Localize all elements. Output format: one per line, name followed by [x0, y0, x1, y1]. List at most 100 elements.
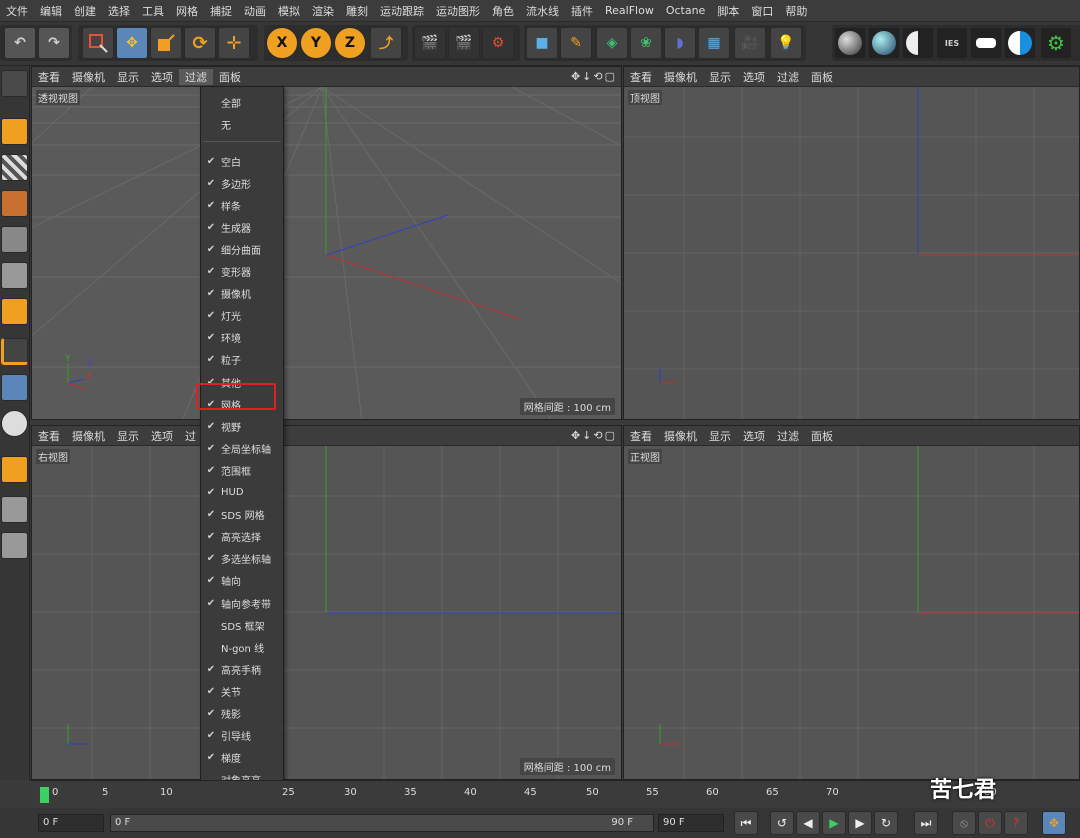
menu-item-9[interactable]: 渲染 — [306, 3, 340, 19]
filter-menu-item[interactable]: SDS 框架 — [201, 614, 283, 636]
tweak-mode-icon[interactable] — [1, 374, 28, 401]
menu-item-12[interactable]: 运动图形 — [430, 3, 486, 19]
planar-workplane-icon[interactable] — [1, 532, 28, 559]
make-editable-icon[interactable] — [1, 70, 28, 97]
octane-ies-light-icon[interactable]: IES — [936, 27, 968, 59]
go-to-start-icon[interactable]: ⏮ — [734, 811, 758, 835]
filter-menu-item[interactable]: ✔ 空白 — [201, 150, 283, 172]
menu-item-13[interactable]: 角色 — [486, 3, 520, 19]
filter-menu-item[interactable]: ✔ 粒子 — [201, 349, 283, 371]
filter-menu-item[interactable]: ✔ 多边形 — [201, 172, 283, 194]
vp-menu-panel[interactable]: 面板 — [805, 428, 839, 444]
cube-object-icon[interactable]: ■ — [526, 27, 558, 59]
camera-icon[interactable]: 🎥 — [734, 27, 766, 59]
menu-item-20[interactable]: 帮助 — [779, 3, 813, 19]
polygons-mode-icon[interactable] — [1, 298, 28, 325]
filter-menu-item[interactable]: ✔ 环境 — [201, 327, 283, 349]
previous-frame-icon[interactable]: ◀ — [796, 811, 820, 835]
vp-menu-display[interactable]: 显示 — [703, 428, 737, 444]
undo-button[interactable]: ↶ — [4, 27, 36, 59]
points-mode-icon[interactable] — [1, 226, 28, 253]
filter-menu-item[interactable]: ✔ 灯光 — [201, 305, 283, 327]
octane-toon-icon[interactable] — [1004, 27, 1036, 59]
magnet-snap-icon[interactable] — [1, 456, 28, 483]
menu-item-0[interactable]: 文件 — [0, 3, 34, 19]
render-settings-icon[interactable]: ⚙ — [482, 27, 514, 59]
light-icon[interactable]: 💡 — [770, 27, 802, 59]
vp-menu-panel[interactable]: 面板 — [805, 69, 839, 85]
vp-menu-view[interactable]: 查看 — [32, 428, 66, 444]
transform-tool-icon[interactable]: ✛ — [218, 27, 250, 59]
filter-menu-item[interactable]: ✔ 样条 — [201, 194, 283, 216]
right-viewport[interactable]: 查看 摄像机 显示 选项 过 ✥↓⟲▢ 右视图 网格间距 : 100 cm — [31, 425, 622, 780]
menu-item-3[interactable]: 选择 — [102, 3, 136, 19]
filter-menu-item[interactable]: ✔ 关节 — [201, 680, 283, 702]
next-key-icon[interactable]: ↻ — [874, 811, 898, 835]
filter-menu-item[interactable]: ✔ 高亮选择 — [201, 526, 283, 548]
vp-menu-camera[interactable]: 摄像机 — [658, 428, 703, 444]
vp-menu-options[interactable]: 选项 — [737, 428, 771, 444]
auto-key-icon[interactable]: ⏻ — [978, 811, 1002, 835]
filter-menu-item[interactable]: ✔ 多选坐标轴 — [201, 548, 283, 570]
filter-menu-item[interactable]: ✔ 高亮手柄 — [201, 658, 283, 680]
octane-area-light-icon[interactable] — [970, 27, 1002, 59]
subdivision-surface-icon[interactable]: ◈ — [596, 27, 628, 59]
filter-menu-item[interactable]: ✔ HUD — [201, 482, 283, 504]
vp-menu-options[interactable]: 选项 — [145, 69, 179, 85]
lock-workplane-icon[interactable] — [1, 496, 28, 523]
filter-menu-item[interactable]: N-gon 线 — [201, 636, 283, 658]
filter-menu-item[interactable]: ✔ 轴向参考带 — [201, 592, 283, 614]
menu-item-6[interactable]: 捕捉 — [204, 3, 238, 19]
filter-menu-item[interactable]: ✔ 全局坐标轴 — [201, 437, 283, 459]
front-viewport[interactable]: 查看 摄像机 显示 选项 过滤 面板 正视图 — [623, 425, 1080, 780]
menu-item-17[interactable]: Octane — [660, 4, 712, 17]
vp-menu-options[interactable]: 选项 — [737, 69, 771, 85]
redo-button[interactable]: ↷ — [38, 27, 70, 59]
octane-settings-icon[interactable]: ⚙ — [1040, 27, 1072, 59]
z-axis-lock-button[interactable]: Z — [334, 27, 366, 59]
menu-item-5[interactable]: 网格 — [170, 3, 204, 19]
menu-item-7[interactable]: 动画 — [238, 3, 272, 19]
pen-spline-icon[interactable]: ✎ — [560, 27, 592, 59]
edges-mode-icon[interactable] — [1, 262, 28, 289]
go-to-end-icon[interactable]: ⏭ — [914, 811, 938, 835]
y-axis-lock-button[interactable]: Y — [300, 27, 332, 59]
deformer-icon[interactable]: ◗ — [664, 27, 696, 59]
vp-menu-filter[interactable]: 过滤 — [771, 428, 805, 444]
previous-key-icon[interactable]: ↺ — [770, 811, 794, 835]
floor-icon[interactable]: ▦ — [698, 27, 730, 59]
enable-axis-icon[interactable] — [1, 338, 28, 365]
filter-menu-item[interactable]: ✔ 梯度 — [201, 747, 283, 769]
vp-menu-options[interactable]: 选项 — [145, 428, 179, 444]
menu-item-8[interactable]: 模拟 — [272, 3, 306, 19]
mograph-cloner-icon[interactable]: ❀ — [630, 27, 662, 59]
timeline-ruler[interactable]: 0 5 10 25 30 35 40 45 50 55 60 65 70 80 — [30, 780, 1080, 808]
vp-menu-display[interactable]: 显示 — [111, 428, 145, 444]
menu-item-2[interactable]: 创建 — [68, 3, 102, 19]
menu-item-11[interactable]: 运动跟踪 — [374, 3, 430, 19]
filter-menu-item[interactable]: ✔ 生成器 — [201, 216, 283, 238]
move-tool-icon[interactable]: ✥ — [116, 27, 148, 59]
vp-menu-camera[interactable]: 摄像机 — [66, 69, 111, 85]
filter-menu-item[interactable]: ✔ 残影 — [201, 703, 283, 725]
vp-menu-filter[interactable]: 过滤 — [179, 68, 213, 85]
key-position-icon[interactable]: ✥ — [1042, 811, 1066, 835]
filter-menu-option[interactable]: 无 — [201, 113, 283, 135]
menu-item-19[interactable]: 窗口 — [745, 3, 779, 19]
next-frame-icon[interactable]: ▶ — [848, 811, 872, 835]
coordinate-system-icon[interactable]: ⤴ — [370, 27, 402, 59]
filter-menu-item[interactable]: ✔ 摄像机 — [201, 283, 283, 305]
perspective-viewport[interactable]: 查看 摄像机 显示 选项 过滤 面板 ✥↓⟲▢ 透视视图 Y X Z 网格间距 … — [31, 66, 622, 420]
end-frame-field[interactable]: 90 F — [658, 814, 724, 832]
texture-mode-icon[interactable] — [1, 154, 28, 181]
vp-menu-display[interactable]: 显示 — [111, 69, 145, 85]
menu-item-16[interactable]: RealFlow — [599, 4, 660, 17]
viewport-nav-icons[interactable]: ✥↓⟲▢ — [571, 70, 617, 83]
vp-menu-display[interactable]: 显示 — [703, 69, 737, 85]
menu-item-4[interactable]: 工具 — [136, 3, 170, 19]
snap-icon[interactable] — [1, 410, 28, 437]
menu-item-14[interactable]: 流水线 — [520, 3, 565, 19]
vp-menu-view[interactable]: 查看 — [32, 69, 66, 85]
menu-item-15[interactable]: 插件 — [565, 3, 599, 19]
render-view-icon[interactable]: 🎬 — [414, 27, 446, 59]
